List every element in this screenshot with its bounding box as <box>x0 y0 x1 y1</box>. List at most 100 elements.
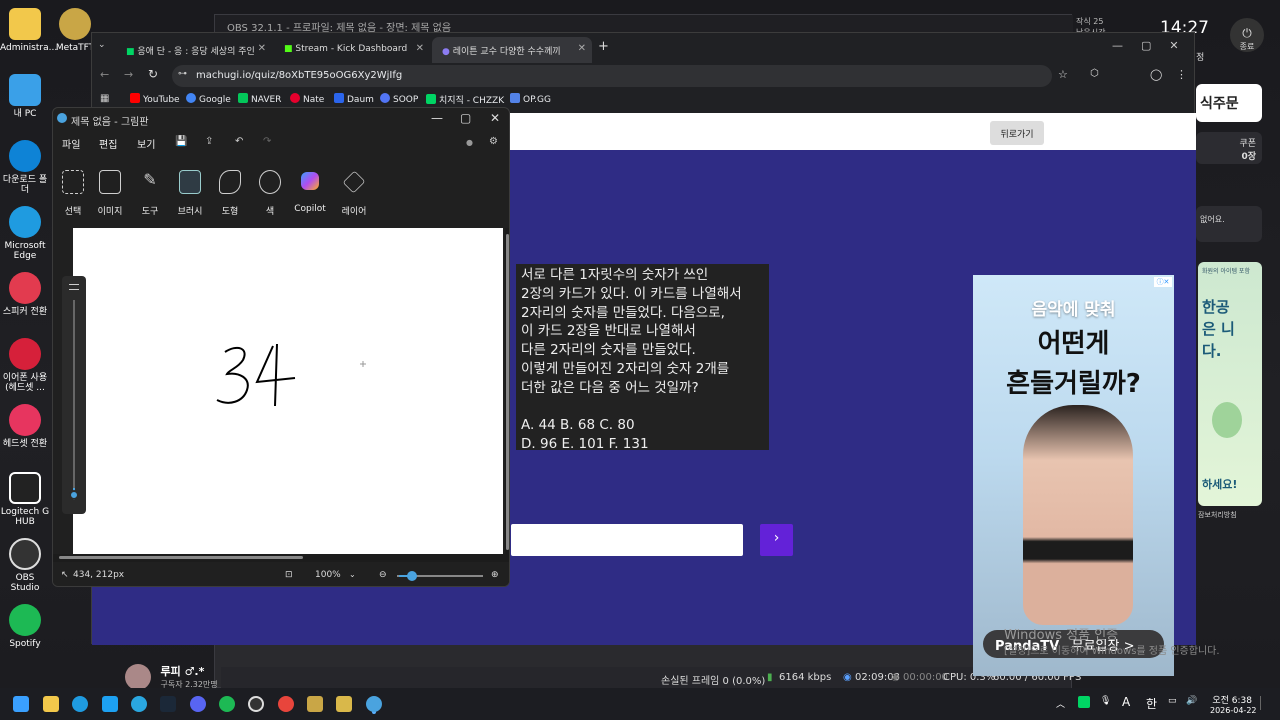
desktop-icon-downloads[interactable]: 다운로드 폴더 <box>0 140 50 195</box>
desktop-icon-admin-folder[interactable]: Administra... <box>0 8 57 53</box>
tab-search-icon[interactable]: ⌄ <box>98 40 106 50</box>
apps-grid-icon[interactable]: ▦ <box>100 93 109 104</box>
coupon-box[interactable]: 쿠폰 0장 <box>1196 132 1262 164</box>
back-arrow-icon[interactable]: ← <box>100 68 109 81</box>
bookmark-naver[interactable]: NAVER <box>238 93 281 105</box>
language-indicator[interactable]: A <box>1122 695 1130 709</box>
bookmark-daum[interactable]: Daum <box>334 93 374 105</box>
address-bar[interactable]: machugi.io/quiz/8oXbTE95oOG6Xy2WjIfg <box>172 65 1052 87</box>
desktop-icon-spotify[interactable]: Spotify <box>0 604 50 649</box>
slider-thumb[interactable] <box>69 490 79 500</box>
horizontal-scrollbar[interactable] <box>53 554 509 562</box>
tool-brush[interactable]: 브러시 <box>170 166 210 217</box>
promo-banner[interactable]: 화원의 아이템 포함 한공은 니다. 하세요! <box>1198 262 1262 506</box>
share-icon[interactable]: ⇪ <box>205 136 213 147</box>
vertical-scrollbar[interactable] <box>505 228 509 554</box>
obs-icon[interactable] <box>248 696 264 712</box>
redo-icon[interactable]: ↷ <box>263 136 271 147</box>
scroll-thumb[interactable] <box>59 556 303 559</box>
settings-icon[interactable]: ⚙ <box>489 136 498 147</box>
start-icon[interactable] <box>13 696 29 712</box>
chzzk-tray-icon[interactable] <box>1078 696 1090 708</box>
tft-icon[interactable] <box>336 696 352 712</box>
minimize-button[interactable]: — <box>431 111 443 125</box>
tray-overflow-icon[interactable]: ︿ <box>1056 697 1065 710</box>
zoom-slider-thumb[interactable] <box>407 571 417 581</box>
forward-arrow-icon[interactable]: → <box>124 68 133 81</box>
system-clock[interactable]: 오전 6:38 2026-04-22 <box>1210 693 1257 716</box>
discord-icon[interactable] <box>190 696 206 712</box>
tab-1[interactable]: ■ 응애 단 - 응 : 응당 세상의 주인 ✕ <box>116 37 272 63</box>
tool-color[interactable]: 색 <box>250 166 290 217</box>
power-button[interactable]: ⏻ 종료 <box>1230 18 1264 52</box>
brush-size-slider[interactable] <box>62 276 86 514</box>
site-info-icon[interactable]: ⊶ <box>178 69 187 79</box>
twitter-icon[interactable] <box>102 696 118 712</box>
new-tab-button[interactable]: + <box>598 39 609 54</box>
zoom-dropdown-icon[interactable]: ⌄ <box>349 570 356 579</box>
desktop-icon-headset-switch[interactable]: 헤드셋 전환 <box>0 404 50 449</box>
save-icon[interactable]: 💾 <box>175 136 187 147</box>
bookmark-soop[interactable]: SOOP <box>380 93 418 105</box>
undo-icon[interactable]: ↶ <box>235 136 243 147</box>
desktop-icon-speaker-switch[interactable]: 스피커 전환 <box>0 272 50 317</box>
tool-shapes[interactable]: 도형 <box>210 166 250 217</box>
chrome-icon[interactable] <box>278 696 294 712</box>
spotify-icon[interactable] <box>219 696 235 712</box>
bluesky-icon[interactable] <box>131 696 147 712</box>
bookmark-google[interactable]: Google <box>186 93 231 105</box>
desktop-icon-this-pc[interactable]: 내 PC <box>0 74 50 119</box>
desktop-icon-earphone[interactable]: 이어폰 사용 (헤드셋 ... <box>0 338 50 393</box>
ad-banner[interactable]: ⓘ✕ 음악에 맞춰 어떤게 흔들거릴까? PandaTV 무료입장 > <box>973 275 1174 676</box>
ad-info-icon[interactable]: ⓘ✕ <box>1154 277 1172 287</box>
close-icon[interactable]: ✕ <box>578 43 586 54</box>
tool-select[interactable]: 선택 <box>53 166 93 217</box>
volume-icon[interactable]: 🔊 <box>1186 696 1197 706</box>
reload-icon[interactable]: ↻ <box>148 67 158 81</box>
tool-image[interactable]: 이미지 <box>90 166 130 217</box>
profile-icon[interactable]: ◯ <box>1150 68 1162 81</box>
bookmark-chzzk[interactable]: 치지직 - CHZZK <box>426 93 504 106</box>
window-controls[interactable]: —▢✕ <box>1112 39 1197 52</box>
menu-file[interactable]: 파일 <box>62 136 80 151</box>
tool-copilot[interactable]: Copilot <box>290 166 330 214</box>
network-icon[interactable]: ▭ <box>1168 696 1177 706</box>
desktop-icon-obs[interactable]: OBS Studio <box>0 538 50 593</box>
mic-icon[interactable]: 🎙 <box>1100 696 1111 706</box>
close-icon[interactable]: ✕ <box>258 43 266 54</box>
steam-icon[interactable] <box>160 696 176 712</box>
menu-view[interactable]: 보기 <box>137 136 155 151</box>
paint-icon[interactable] <box>366 696 382 712</box>
desktop-icon-edge[interactable]: Microsoft Edge <box>0 206 50 261</box>
show-desktop-button[interactable] <box>1260 696 1268 710</box>
submit-button[interactable]: › <box>760 524 793 556</box>
answer-input[interactable] <box>511 524 743 556</box>
close-icon[interactable]: ✕ <box>416 43 424 54</box>
tool-tools[interactable]: ✎ 도구 <box>130 166 170 217</box>
tool-layers[interactable]: 레이어 <box>334 166 374 217</box>
extensions-icon[interactable]: ⬡ <box>1090 68 1099 79</box>
order-button[interactable]: 식주문 <box>1196 84 1262 122</box>
paint-canvas[interactable]: 34 <box>73 228 503 554</box>
zoom-in-icon[interactable]: ⊕ <box>491 570 499 580</box>
bookmark-opgg[interactable]: OP.GG <box>510 93 551 105</box>
close-button[interactable]: ✕ <box>490 111 500 125</box>
tab-2[interactable]: ■ Stream - Kick Dashboard ✕ <box>274 37 430 63</box>
scroll-thumb[interactable] <box>506 234 509 550</box>
star-icon[interactable]: ☆ <box>1058 68 1068 81</box>
bookmark-youtube[interactable]: YouTube <box>130 93 180 105</box>
file-explorer-icon[interactable] <box>43 696 59 712</box>
metatft-icon[interactable] <box>307 696 323 712</box>
account-icon[interactable]: ● <box>466 138 473 147</box>
promo-footer[interactable]: 잠보처리방침 <box>1198 510 1237 520</box>
fit-icon[interactable]: ⊡ <box>285 570 293 580</box>
back-button[interactable]: 뒤로가기 <box>990 121 1044 145</box>
tab-3-active[interactable]: ● 레이튼 교수 다양한 수수께끼 ✕ <box>432 37 592 63</box>
bookmark-nate[interactable]: Nate <box>290 93 324 105</box>
maximize-button[interactable]: ▢ <box>460 111 471 125</box>
ime-indicator[interactable]: 한 <box>1146 695 1157 712</box>
zoom-out-icon[interactable]: ⊖ <box>379 570 387 580</box>
menu-edit[interactable]: 편집 <box>99 136 117 151</box>
menu-icon[interactable]: ⋮ <box>1176 68 1187 81</box>
edge-icon[interactable] <box>72 696 88 712</box>
